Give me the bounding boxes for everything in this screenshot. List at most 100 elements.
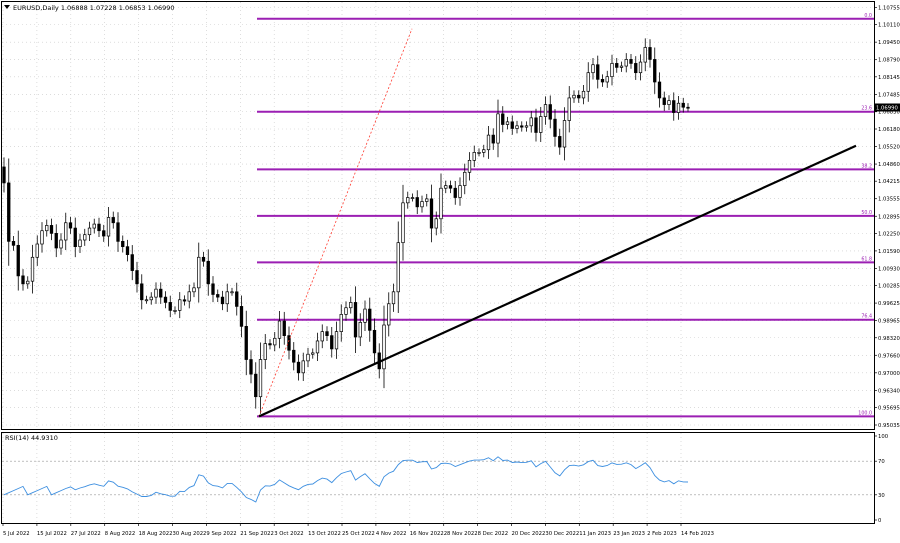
candle-body-down [182,299,187,302]
candle-body-down [681,102,685,108]
candle-body-down [415,197,419,208]
support-trendline [258,144,857,418]
time-tick-label: 13 Oct 2022 [308,531,341,537]
candle-body-down [330,335,334,350]
candle-body-up [230,291,234,294]
fib-level-label: 61.8 [861,256,872,262]
time-tick-label: 15 Jul 2022 [37,531,67,537]
candle-body-down [325,331,329,336]
time-tick-label: 20 Dec 2022 [512,531,546,537]
time-tick-label: 27 Jul 2022 [71,531,101,537]
candle-body-down [629,59,633,64]
candle-body-down [491,134,495,144]
candle-body-up [258,359,263,398]
candle-body-up [83,234,87,241]
candle-body-down [648,47,652,60]
candle-body-up [173,310,177,312]
candle-body-down [11,240,16,246]
chart-root: 0.0 23.6 38.2 50.0 61.8 76.4 100.0 100 70 30 0 1.… [0,0,900,539]
candle-body-up [263,343,267,360]
price-tick-label: 1.09450 [878,40,900,46]
candle-body-up [543,104,548,117]
candle-body-down [249,359,253,375]
fib-level-label: 38.2 [861,163,872,169]
price-tick-label: 0.98320 [878,336,900,342]
candle-body-down [135,270,139,285]
candle-body-up [154,288,158,298]
price-tick-label: 1.10755 [878,6,900,12]
price-tick-label: 0.97000 [878,371,900,377]
time-tick-label: 11 Jan 2023 [579,531,611,537]
candle-body-down [372,329,377,354]
candle-body-up [301,360,305,374]
candle-body-down [254,373,258,398]
candle-body-up [187,291,191,302]
candle-body-up [406,197,410,204]
candle-body-down [159,288,163,298]
candle-body-down [662,97,666,105]
candle-body-up [26,280,30,285]
rsi-layer: 100 70 30 0 [2,434,889,524]
candle-body-down [49,225,54,234]
candle-body-down [657,81,662,99]
price-tick-label: 1.05520 [878,145,900,151]
time-tick-label: 2 Feb 2023 [647,531,677,537]
candle-body-up [624,59,628,67]
candle-body-down [453,187,457,198]
candle-body-down [672,100,676,113]
rsi-tick-label: 0 [878,518,882,524]
candle-body-up [197,256,201,289]
time-tick-label: 30 Aug 2022 [173,531,207,537]
candle-body-down [125,246,130,255]
candle-body-up [45,225,49,232]
price-tick-label: 1.03555 [878,197,900,203]
fibonacci-layer: 0.0 23.6 38.2 50.0 61.8 76.4 100.0 [257,13,874,418]
candle-body-down [520,125,524,128]
candle-body-down [268,343,272,346]
candle-body-down [577,94,581,99]
price-tick-label: 0.96340 [878,388,900,394]
candle-body-up [472,152,476,161]
candle-body-down [68,222,73,229]
candle-body-up [524,125,529,128]
time-tick-label: 4 Nov 2022 [376,531,407,537]
price-tick-label: 1.08790 [878,58,900,64]
candle-body-down [111,217,115,224]
candle-body-up [344,307,348,315]
candle-body-up [643,47,647,63]
candle-body-up [619,65,624,68]
candle-body-down [2,166,6,184]
time-tick-label: 5 Jul 2022 [3,531,30,537]
candle-body-up [610,63,614,78]
candle-body-down [201,256,206,262]
candle-body-up [676,102,681,113]
time-tick-label: 30 Dec 2022 [545,531,579,537]
candle-body-up [349,302,353,309]
time-tick-label: 23 Jan 2023 [613,531,645,537]
rsi-line [3,456,689,503]
candle-body-down [548,104,552,120]
time-tick-label: 8 Dec 2022 [478,531,508,537]
candle-body-up [277,320,282,339]
candle-body-up [30,256,35,282]
candle-body-up [667,100,671,105]
price-tick-label: 1.07485 [878,92,900,98]
price-tick-label: 1.01590 [878,249,900,255]
candle-body-down [686,106,690,109]
candle-body-up [358,322,362,338]
candle-body-down [220,296,225,305]
candle-body-up [496,113,500,144]
price-tick-label: 1.08145 [878,75,900,81]
candle-body-down [510,121,514,129]
candle-body-down [211,283,215,295]
candle-body-up [458,185,462,198]
time-tick-label: 18 Aug 2022 [139,531,173,537]
candle-body-up [59,239,63,249]
candle-body-down [206,260,210,285]
fib-level-label: 76.4 [861,314,872,320]
time-tick-label: 9 Sep 2022 [206,531,236,537]
expand-arrow-icon[interactable] [4,5,10,9]
candle-body-down [116,222,120,242]
candles-layer [2,38,690,414]
candle-body-up [225,291,229,305]
